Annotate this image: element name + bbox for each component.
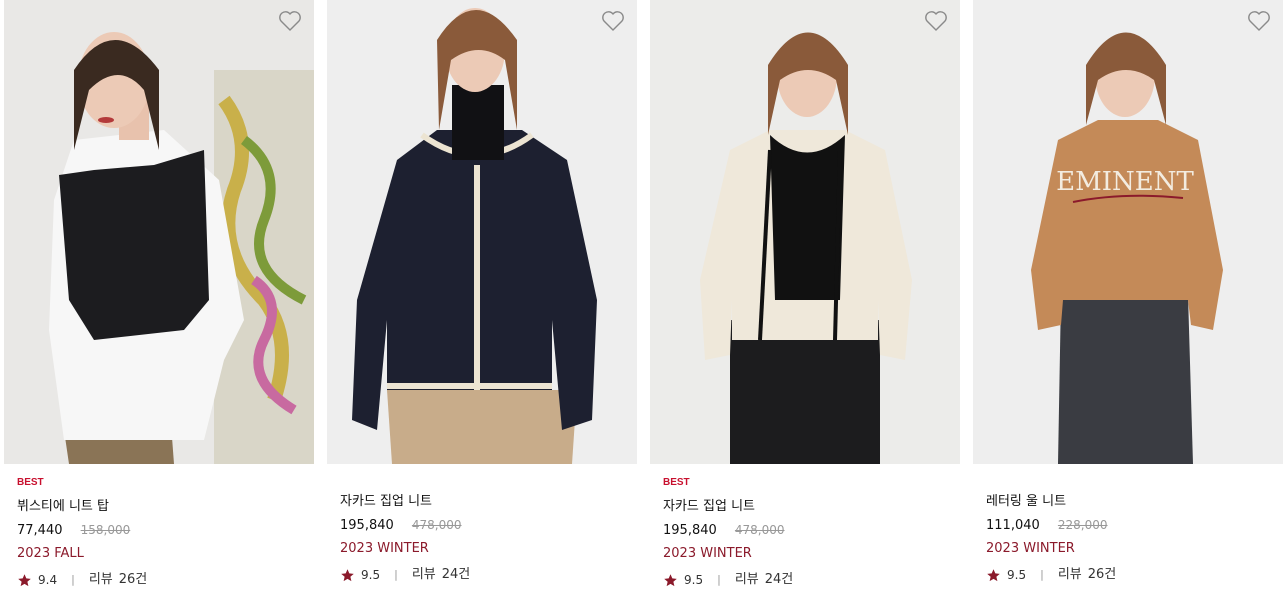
review-label: 리뷰 bbox=[734, 572, 759, 587]
star-icon bbox=[663, 573, 678, 588]
sale-price: 195,840 bbox=[340, 518, 394, 533]
product-info: BEST 자카드 집업 니트 195,840 478,000 2023 WINT… bbox=[663, 475, 960, 590]
product-info: 자카드 집업 니트 195,840 478,000 2023 WINTER 9.… bbox=[340, 490, 637, 587]
rating-value: 9.4 bbox=[38, 573, 58, 587]
rating-value: 9.5 bbox=[1007, 568, 1027, 582]
product-image[interactable] bbox=[327, 0, 637, 464]
divider: | bbox=[717, 573, 721, 586]
product-name[interactable]: 레터링 울 니트 bbox=[986, 490, 1283, 514]
star-icon bbox=[340, 568, 355, 583]
rating-row: 9.4 | 리뷰 26건 bbox=[17, 568, 314, 590]
sweater-lettering: EMINENT bbox=[1056, 167, 1194, 197]
review-count: 26건 bbox=[118, 572, 148, 587]
season-label: 2023 FALL bbox=[17, 546, 84, 561]
heart-outline-icon[interactable] bbox=[278, 10, 302, 32]
product-grid: BEST 뷔스티에 니트 탑 77,440 158,000 2023 FALL … bbox=[0, 0, 1283, 590]
product-card[interactable]: EMINENT 레터링 울 니트 111,040 228,000 2023 WI… bbox=[973, 0, 1283, 590]
rating-row: 9.5 | 리뷰 26건 bbox=[986, 563, 1283, 587]
product-info: 레터링 울 니트 111,040 228,000 2023 WINTER 9.5… bbox=[986, 490, 1283, 587]
divider: | bbox=[394, 568, 398, 581]
heart-outline-icon[interactable] bbox=[601, 10, 625, 32]
review-label: 리뷰 bbox=[1057, 567, 1082, 582]
review-count: 24건 bbox=[764, 572, 794, 587]
review-label: 리뷰 bbox=[88, 572, 113, 587]
product-card[interactable]: BEST 자카드 집업 니트 195,840 478,000 2023 WINT… bbox=[650, 0, 960, 590]
product-image[interactable] bbox=[650, 0, 960, 464]
review-count: 26건 bbox=[1087, 567, 1117, 582]
product-info: BEST 뷔스티에 니트 탑 77,440 158,000 2023 FALL … bbox=[17, 475, 314, 590]
original-price: 478,000 bbox=[411, 518, 462, 532]
review-count: 24건 bbox=[441, 567, 471, 582]
star-icon bbox=[986, 568, 1001, 583]
rating-value: 9.5 bbox=[684, 573, 704, 587]
product-card[interactable]: 자카드 집업 니트 195,840 478,000 2023 WINTER 9.… bbox=[327, 0, 637, 590]
price-row: 195,840 478,000 bbox=[663, 519, 960, 541]
rating-row: 9.5 | 리뷰 24건 bbox=[663, 568, 960, 590]
divider: | bbox=[1040, 568, 1044, 581]
product-name[interactable]: 자카드 집업 니트 bbox=[663, 495, 960, 519]
season-label: 2023 WINTER bbox=[663, 546, 752, 561]
price-row: 111,040 228,000 bbox=[986, 514, 1283, 536]
review-label: 리뷰 bbox=[411, 567, 436, 582]
original-price: 158,000 bbox=[80, 523, 131, 537]
sale-price: 77,440 bbox=[17, 523, 63, 538]
product-name[interactable]: 자카드 집업 니트 bbox=[340, 490, 637, 514]
product-card[interactable]: BEST 뷔스티에 니트 탑 77,440 158,000 2023 FALL … bbox=[4, 0, 314, 590]
product-image[interactable]: EMINENT bbox=[973, 0, 1283, 464]
heart-outline-icon[interactable] bbox=[1247, 10, 1271, 32]
divider: | bbox=[71, 573, 75, 586]
rating-row: 9.5 | 리뷰 24건 bbox=[340, 563, 637, 587]
original-price: 228,000 bbox=[1057, 518, 1108, 532]
product-name[interactable]: 뷔스티에 니트 탑 bbox=[17, 495, 314, 519]
season-label: 2023 WINTER bbox=[340, 541, 429, 556]
star-icon bbox=[17, 573, 32, 588]
sale-price: 111,040 bbox=[986, 518, 1040, 533]
price-row: 195,840 478,000 bbox=[340, 514, 637, 536]
heart-outline-icon[interactable] bbox=[924, 10, 948, 32]
price-row: 77,440 158,000 bbox=[17, 519, 314, 541]
season-label: 2023 WINTER bbox=[986, 541, 1075, 556]
rating-value: 9.5 bbox=[361, 568, 381, 582]
original-price: 478,000 bbox=[734, 523, 785, 537]
product-image[interactable] bbox=[4, 0, 314, 464]
best-badge: BEST bbox=[17, 477, 44, 488]
best-badge: BEST bbox=[663, 477, 690, 488]
sale-price: 195,840 bbox=[663, 523, 717, 538]
